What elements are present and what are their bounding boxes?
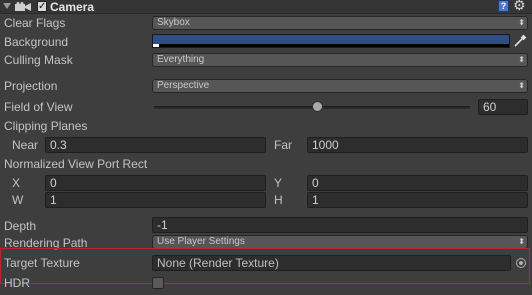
viewport-y-input[interactable]: 0 <box>307 175 528 191</box>
rendering-path-value: Use Player Settings <box>157 236 245 247</box>
field-of-view-slider-thumb[interactable] <box>312 101 324 112</box>
eyedropper-icon[interactable] <box>513 34 527 48</box>
hdr-checkbox[interactable] <box>152 277 164 289</box>
background-label: Background <box>4 35 69 49</box>
far-value: 1000 <box>312 138 339 152</box>
target-texture-value: None (Render Texture) <box>157 256 279 270</box>
projection-value: Perspective <box>157 80 210 91</box>
hdr-label: HDR <box>4 276 30 290</box>
viewport-h-input[interactable]: 1 <box>307 192 528 208</box>
object-picker-icon[interactable] <box>516 258 526 268</box>
field-of-view-input[interactable]: 60 <box>478 99 528 115</box>
viewport-h-label: H <box>274 193 283 207</box>
near-label: Near <box>12 138 39 152</box>
culling-mask-value: Everything <box>157 54 205 65</box>
far-label: Far <box>274 138 292 152</box>
dropdown-arrow-icon: ⬍ <box>518 18 525 27</box>
viewport-w-label: W <box>12 193 24 207</box>
alpha-bar-fill <box>153 44 159 47</box>
viewport-w-value: 1 <box>50 193 57 207</box>
clipping-planes-label: Clipping Planes <box>4 119 88 133</box>
background-color-swatch[interactable] <box>152 34 510 48</box>
component-title: Camera <box>50 0 95 14</box>
projection-dropdown[interactable]: Perspective ⬍ <box>152 79 528 93</box>
viewport-w-input[interactable]: 1 <box>45 192 266 208</box>
viewport-h-value: 1 <box>312 193 319 207</box>
clear-flags-dropdown[interactable]: Skybox ⬍ <box>152 16 528 30</box>
far-input[interactable]: 1000 <box>307 137 528 153</box>
depth-input[interactable]: -1 <box>152 217 528 233</box>
field-of-view-value: 60 <box>483 100 497 114</box>
target-texture-label: Target Texture <box>4 256 80 270</box>
component-enabled-checkbox[interactable]: ✓ <box>37 1 47 12</box>
foldout-arrow-icon[interactable] <box>3 3 11 9</box>
depth-value: -1 <box>157 218 168 232</box>
near-input[interactable]: 0.3 <box>45 137 266 153</box>
component-header[interactable]: ✓ Camera ? ⚙ <box>0 0 532 14</box>
alpha-bar <box>153 44 509 47</box>
near-value: 0.3 <box>50 138 67 152</box>
target-texture-field[interactable]: None (Render Texture) <box>152 255 511 271</box>
viewport-y-label: Y <box>274 176 283 190</box>
dropdown-arrow-icon: ⬍ <box>518 55 525 64</box>
camera-icon <box>15 2 31 11</box>
viewport-x-label: X <box>12 176 21 190</box>
viewport-y-value: 0 <box>312 176 319 190</box>
dropdown-arrow-icon: ⬍ <box>518 237 525 246</box>
viewport-x-value: 0 <box>50 176 57 190</box>
gear-icon[interactable]: ⚙ <box>513 0 527 12</box>
help-icon[interactable]: ? <box>498 0 509 12</box>
viewport-x-input[interactable]: 0 <box>45 175 266 191</box>
dropdown-arrow-icon: ⬍ <box>518 81 525 90</box>
culling-mask-dropdown[interactable]: Everything ⬍ <box>152 53 528 67</box>
viewport-rect-label: Normalized View Port Rect <box>4 157 148 171</box>
field-of-view-label: Field of View <box>4 100 73 114</box>
culling-mask-label: Culling Mask <box>4 53 73 67</box>
depth-label: Depth <box>4 219 37 233</box>
clear-flags-label: Clear Flags <box>4 16 66 30</box>
projection-label: Projection <box>4 79 58 93</box>
rendering-path-dropdown[interactable]: Use Player Settings ⬍ <box>152 235 528 249</box>
clear-flags-value: Skybox <box>157 17 190 28</box>
camera-inspector-panel: ✓ Camera ? ⚙ Clear Flags Skybox ⬍ Backgr… <box>0 0 532 295</box>
